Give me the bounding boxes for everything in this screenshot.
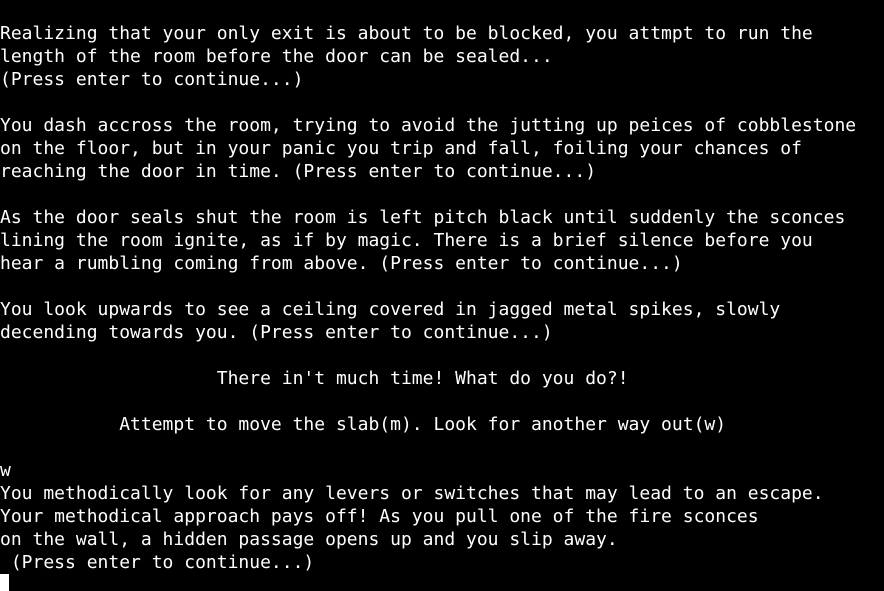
terminal-line: length of the room before the door can b… xyxy=(0,46,553,67)
text-cursor[interactable] xyxy=(0,574,9,591)
terminal-line: You look upwards to see a ceiling covere… xyxy=(0,299,781,320)
terminal-line: on the floor, but in your panic you trip… xyxy=(0,138,802,159)
terminal-line: decending towards you. (Press enter to c… xyxy=(0,322,553,343)
terminal-line: Your methodical approach pays off! As yo… xyxy=(0,506,759,527)
terminal-line: reaching the door in time. (Press enter … xyxy=(0,161,597,182)
terminal-line: As the door seals shut the room is left … xyxy=(0,207,846,228)
terminal-line: You methodically look for any levers or … xyxy=(0,483,824,504)
terminal-line: (Press enter to continue...) xyxy=(0,69,304,90)
terminal-output: Realizing that your only exit is about t… xyxy=(0,22,884,574)
terminal-line: hear a rumbling coming from above. (Pres… xyxy=(0,253,683,274)
terminal-line: on the wall, a hidden passage opens up a… xyxy=(0,529,618,550)
prompt-question: There in't much time! What do you do?! xyxy=(0,368,629,389)
terminal-line: (Press enter to continue...) xyxy=(0,552,315,573)
terminal-line: lining the room ignite, as if by magic. … xyxy=(0,230,813,251)
choice-options: Attempt to move the slab(m). Look for an… xyxy=(0,414,727,435)
terminal-line: Realizing that your only exit is about t… xyxy=(0,23,813,44)
terminal-line: You dash accross the room, trying to avo… xyxy=(0,115,857,136)
user-input-echo: w xyxy=(0,460,11,481)
